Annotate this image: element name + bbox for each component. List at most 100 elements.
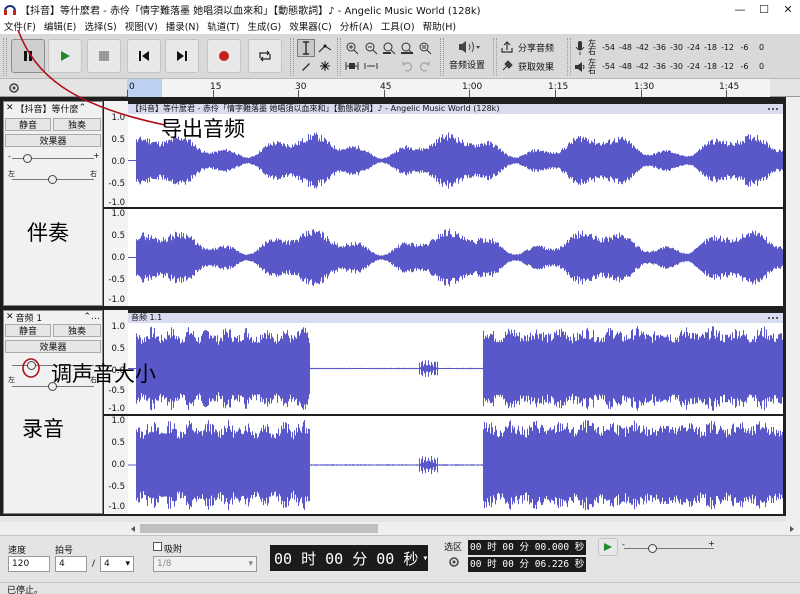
gain-slider-thumb[interactable] (27, 361, 36, 370)
ruler-track[interactable] (127, 79, 770, 97)
time-display[interactable]: 00 时 00 分 00 秒 ▾ (270, 545, 428, 571)
waveform (128, 228, 783, 287)
skip-start-icon (139, 51, 149, 61)
beats-per-bar-input[interactable]: 4 (55, 556, 87, 572)
horizontal-scrollbar[interactable] (0, 522, 800, 535)
share-audio-button[interactable]: 分享音频 (500, 39, 562, 55)
pan-slider-thumb[interactable] (48, 175, 57, 184)
menu-generate[interactable]: 生成(G) (243, 19, 285, 33)
fit-selection-button[interactable] (380, 39, 398, 57)
close-track-icon[interactable]: ✕ (6, 312, 14, 322)
gain-slider-thumb[interactable] (23, 154, 32, 163)
time-signature-separator: / (92, 559, 96, 569)
chevron-up-icon[interactable]: ⌃ (83, 312, 91, 322)
effects-button[interactable]: 效果器 (5, 340, 101, 353)
undo-button[interactable] (398, 57, 416, 75)
amplitude-scale[interactable]: 1.0 0.5 0.0 -0.5 -1.0 (104, 416, 128, 514)
chevron-down-icon[interactable]: ⌃ (79, 103, 87, 113)
track-name-button[interactable]: 音频 1 (16, 311, 84, 324)
waveform-channel[interactable] (128, 209, 783, 306)
toolbar-grip[interactable] (440, 38, 444, 76)
close-button[interactable]: ✕ (776, 0, 800, 18)
toolbar-grip[interactable] (337, 38, 341, 76)
clip-menu-icon[interactable] (766, 313, 780, 323)
skip-end-button[interactable] (165, 39, 199, 73)
clip-title-bar[interactable]: 音频 1.1 (128, 313, 783, 323)
scroll-left-icon[interactable] (129, 525, 137, 533)
annotation-accompaniment: 伴奏 (27, 221, 69, 245)
close-track-icon[interactable]: ✕ (6, 103, 14, 113)
snap-dropdown[interactable]: 1/8 ▾ (153, 556, 257, 572)
scroll-right-icon[interactable] (788, 525, 796, 533)
menu-effect[interactable]: 效果器(C) (285, 19, 336, 33)
clip-menu-icon[interactable] (766, 104, 780, 114)
annotation-recording: 录音 (22, 417, 64, 441)
audio-setup-button[interactable]: 音频设置 (446, 39, 488, 75)
silence-icon (364, 63, 378, 69)
selection-end[interactable]: 00 时 00 分 06.226 秒 (468, 557, 586, 572)
vertical-scrollbar[interactable] (786, 97, 800, 522)
redo-button[interactable] (416, 57, 434, 75)
waveform-channel[interactable] (128, 323, 783, 414)
zoom-out-button[interactable] (362, 39, 380, 57)
zoom-in-button[interactable] (343, 39, 361, 57)
selection-options-icon[interactable] (448, 556, 460, 568)
menu-tracks[interactable]: 轨道(T) (203, 19, 243, 33)
effects-button[interactable]: 效果器 (5, 134, 101, 147)
playback-meter[interactable]: 左右 -54 -48 -42 -36 -30 -24 -18 -12 -6 0 (574, 57, 770, 76)
play-at-speed-button[interactable] (598, 538, 618, 556)
toolbar-grip[interactable] (290, 38, 294, 76)
speed-slider-thumb[interactable] (648, 544, 657, 553)
beat-value-dropdown[interactable]: 4 ▾ (100, 556, 134, 572)
mute-button[interactable]: 静音 (5, 324, 51, 337)
menu-file[interactable]: 文件(F) (0, 19, 40, 33)
ruler-tick (127, 90, 128, 97)
zoom-toggle-button[interactable] (416, 39, 434, 57)
multi-tool[interactable] (316, 57, 334, 75)
solo-button[interactable]: 独奏 (53, 118, 101, 131)
selection-start[interactable]: 00 时 00 分 00.000 秒 (468, 540, 586, 555)
menu-analyze[interactable]: 分析(A) (336, 19, 377, 33)
amplitude-scale[interactable]: 1.0 0.5 0.0 -0.5 -1.0 (104, 209, 128, 306)
toolbar-grip[interactable] (3, 38, 7, 76)
fit-project-button[interactable] (398, 39, 416, 57)
menu-tools[interactable]: 工具(O) (377, 19, 419, 33)
solo-button[interactable]: 独奏 (53, 324, 101, 337)
mute-button[interactable]: 静音 (5, 118, 51, 131)
silence-button[interactable] (362, 57, 380, 75)
record-meter[interactable]: 左右 -54 -48 -42 -36 -30 -24 -18 -12 -6 0 (574, 38, 770, 57)
play-button[interactable] (48, 39, 82, 73)
tempo-input[interactable]: 120 (8, 556, 50, 572)
get-effects-button[interactable]: 获取效果 (500, 58, 562, 74)
horizontal-scroll-thumb[interactable] (140, 524, 378, 533)
toolbar-grip[interactable] (567, 38, 571, 76)
draw-tool[interactable] (297, 57, 315, 75)
skip-start-button[interactable] (127, 39, 161, 73)
waveform-channel[interactable] (128, 416, 783, 514)
pause-button[interactable] (11, 39, 45, 73)
amplitude-scale[interactable]: 1.0 0.5 0.0 -0.5 -1.0 (104, 101, 128, 208)
minimize-button[interactable]: — (728, 0, 752, 18)
menu-help[interactable]: 帮助(H) (419, 19, 461, 33)
toolbar-grip[interactable] (493, 38, 497, 76)
loop-button[interactable] (248, 39, 282, 73)
ruler-label: 30 (295, 82, 307, 92)
ruler-label: 45 (380, 82, 392, 92)
menu-edit[interactable]: 编辑(E) (40, 19, 80, 33)
maximize-button[interactable]: ☐ (752, 0, 776, 18)
ruler-label: 1:45 (719, 82, 740, 92)
chevron-down-icon: ▾ (422, 552, 429, 564)
timeline-options-icon[interactable] (8, 82, 20, 94)
menu-select[interactable]: 选择(S) (80, 19, 120, 33)
track-name-button[interactable]: 【抖音】等什麼 (16, 102, 79, 115)
menu-view[interactable]: 视图(V) (121, 19, 162, 33)
snap-checkbox[interactable] (153, 542, 162, 551)
selection-tool[interactable] (297, 39, 315, 57)
trim-button[interactable] (343, 57, 361, 75)
more-icon[interactable]: … (91, 312, 100, 322)
envelope-tool[interactable] (316, 39, 334, 57)
track-control-panel-1: ✕ 【抖音】等什麼 ⌃ (3, 101, 103, 306)
stop-button[interactable] (87, 39, 121, 73)
menu-transport[interactable]: 播录(N) (162, 19, 204, 33)
record-button[interactable] (207, 39, 241, 73)
